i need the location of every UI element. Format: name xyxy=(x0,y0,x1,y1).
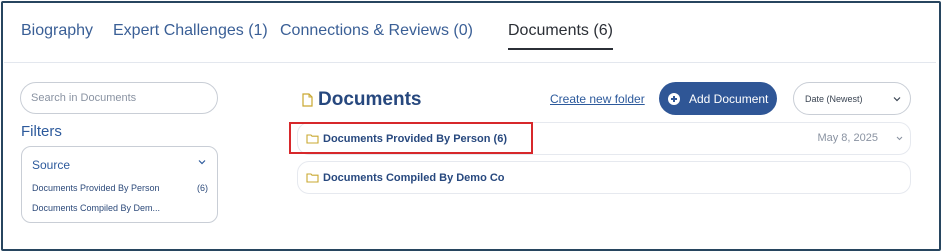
filters-heading: Filters xyxy=(21,123,62,140)
folder-name: Documents Compiled By Demo Co xyxy=(323,172,505,184)
folder-name: Documents Provided By Person (6) xyxy=(323,133,507,145)
filter-option-provided-by-person[interactable]: Documents Provided By Person xyxy=(32,183,160,193)
tabs-divider xyxy=(4,62,936,63)
add-document-label: Add Document xyxy=(689,91,769,106)
chevron-down-icon xyxy=(893,97,901,102)
source-filter-panel: Source Documents Provided By Person (6) … xyxy=(21,146,218,223)
create-new-folder-link[interactable]: Create new folder xyxy=(550,92,645,106)
page-title: Documents xyxy=(318,89,422,110)
document-icon xyxy=(302,93,313,107)
tab-documents[interactable]: Documents (6) xyxy=(508,22,613,50)
folder-row-provided-by-person[interactable]: Documents Provided By Person (6) May 8, … xyxy=(297,122,911,155)
tab-expert-challenges[interactable]: Expert Challenges (1) xyxy=(113,22,268,40)
folder-icon xyxy=(306,134,319,144)
add-document-button[interactable]: Add Document xyxy=(659,82,777,115)
search-input[interactable] xyxy=(20,82,218,114)
filter-option-compiled-by-demo[interactable]: Documents Compiled By Dem... xyxy=(32,203,160,213)
tab-biography[interactable]: Biography xyxy=(21,22,93,40)
folder-icon xyxy=(306,173,319,183)
filter-option-count: (6) xyxy=(197,183,208,193)
folder-row-compiled-by-demo[interactable]: Documents Compiled By Demo Co xyxy=(297,161,911,194)
chevron-down-icon[interactable] xyxy=(895,134,904,143)
folder-date: May 8, 2025 xyxy=(817,132,878,144)
tab-connections-reviews[interactable]: Connections & Reviews (0) xyxy=(280,22,473,40)
chevron-down-icon[interactable] xyxy=(196,156,208,168)
sort-select[interactable]: Date (Newest) xyxy=(793,82,911,115)
plus-circle-icon xyxy=(668,92,680,105)
sort-select-value: Date (Newest) xyxy=(805,93,863,104)
source-filter-heading[interactable]: Source xyxy=(32,158,70,172)
